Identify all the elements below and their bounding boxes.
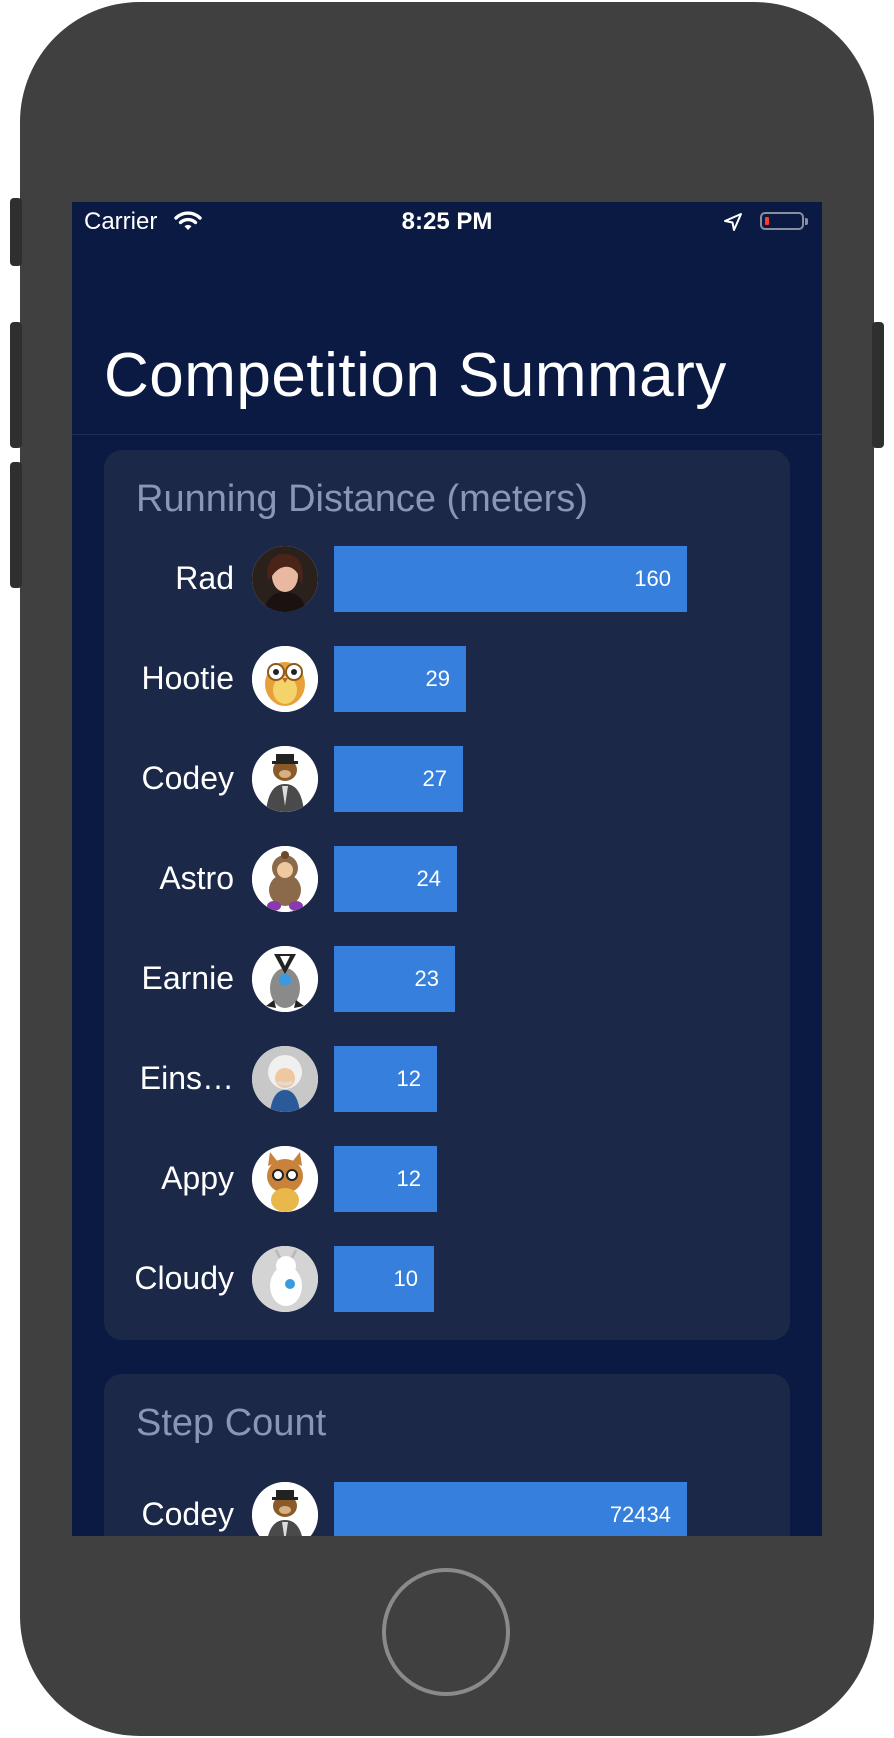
leaderboard-row[interactable]: Eins… 12 xyxy=(104,1046,790,1112)
app-screen: Carrier 8:25 PM Competition Summary Runn… xyxy=(72,202,822,1536)
battery-level xyxy=(765,217,769,225)
leaderboard-row[interactable]: Appy 12 xyxy=(104,1146,790,1212)
battery-icon xyxy=(760,212,808,230)
bar: 29 xyxy=(334,646,466,712)
power-button xyxy=(872,322,884,448)
participant-name: Appy xyxy=(161,1160,234,1196)
mute-switch xyxy=(10,198,22,266)
volume-down-button xyxy=(10,462,22,588)
leaderboard-row[interactable]: Rad 160 xyxy=(104,546,790,612)
leaderboard-row[interactable]: Earnie 23 xyxy=(104,946,790,1012)
bar-value: 160 xyxy=(634,566,671,591)
battery-cap xyxy=(805,218,808,225)
bar: 23 xyxy=(334,946,455,1012)
avatar xyxy=(252,1046,318,1112)
location-arrow-icon xyxy=(722,211,744,233)
nav-divider xyxy=(72,434,822,435)
avatar xyxy=(252,946,318,1012)
avatar xyxy=(252,1482,318,1536)
bar-value: 12 xyxy=(396,1066,421,1091)
bar-value: 23 xyxy=(414,966,439,991)
bar-value: 12 xyxy=(396,1166,421,1191)
bar-value: 29 xyxy=(425,666,450,691)
leaderboard-row[interactable]: Codey 72434 xyxy=(104,1482,790,1536)
avatar xyxy=(252,846,318,912)
participant-name: Codey xyxy=(141,760,235,796)
participant-name: Hootie xyxy=(141,660,235,696)
bar-value: 24 xyxy=(416,866,441,891)
participant-name: Rad xyxy=(175,560,234,596)
leaderboard-row[interactable]: Astro 24 xyxy=(104,846,790,912)
avatar xyxy=(252,646,318,712)
bar: 24 xyxy=(334,846,457,912)
home-button[interactable] xyxy=(382,1568,510,1696)
leaderboard-row[interactable]: Cloudy 10 xyxy=(104,1246,790,1312)
card-title: Step Count xyxy=(136,1402,327,1444)
status-time: 8:25 PM xyxy=(401,208,493,235)
bar-value: 27 xyxy=(422,766,447,791)
card-title: Running Distance (meters) xyxy=(136,478,588,520)
avatar xyxy=(252,1246,318,1312)
bar-value: 10 xyxy=(393,1266,418,1291)
bar: 27 xyxy=(334,746,463,812)
leaderboard-row[interactable]: Codey 27 xyxy=(104,746,790,812)
participant-name: Astro xyxy=(159,860,234,896)
avatar xyxy=(252,746,318,812)
status-bar: Carrier 8:25 PM xyxy=(72,202,822,242)
bar: 12 xyxy=(334,1046,437,1112)
bar: 10 xyxy=(334,1246,434,1312)
bar-value: 72434 xyxy=(609,1502,671,1527)
avatar xyxy=(252,546,318,612)
page-title: Competition Summary xyxy=(104,341,727,410)
bar: 160 xyxy=(334,546,687,612)
step-count-card: Step Count Codey 72434 xyxy=(104,1374,790,1536)
participant-name: Eins… xyxy=(139,1060,234,1096)
running-distance-card: Running Distance (meters) Rad 160 Hootie xyxy=(104,450,790,1340)
participant-name: Cloudy xyxy=(134,1260,234,1296)
avatar xyxy=(252,1146,318,1212)
bar: 12 xyxy=(334,1146,437,1212)
bar: 72434 xyxy=(334,1482,687,1536)
volume-up-button xyxy=(10,322,22,448)
leaderboard-row[interactable]: Hootie 29 xyxy=(104,646,790,712)
participant-name: Codey xyxy=(141,1496,235,1532)
participant-name: Earnie xyxy=(141,960,235,996)
